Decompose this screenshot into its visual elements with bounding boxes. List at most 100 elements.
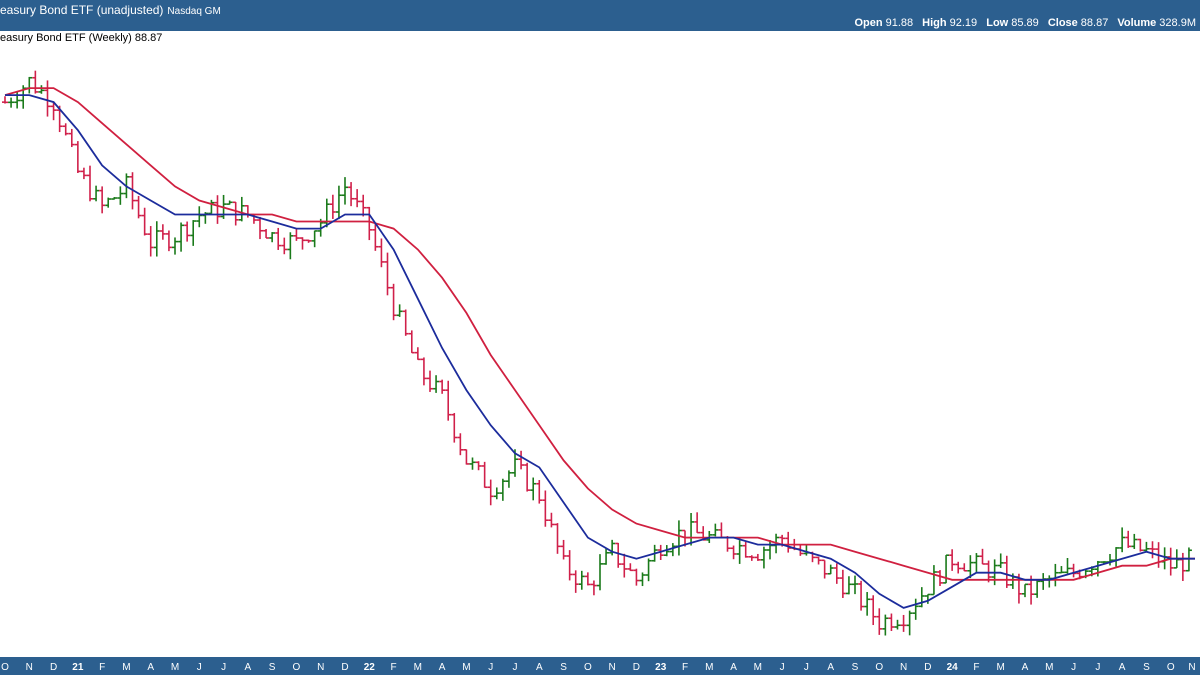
ohlc-bar-down <box>633 568 640 586</box>
ohlc-bar-down <box>870 595 877 626</box>
ohlc-bar-down <box>821 559 828 579</box>
ohlc-bar-up <box>226 200 233 205</box>
ohlc-bar-up <box>997 553 1004 568</box>
ohlc-bar-up <box>396 304 403 317</box>
ohlc-bar-down <box>427 370 433 392</box>
ohlc-bar-down <box>937 570 943 586</box>
ohlc-bar-down <box>80 167 87 180</box>
ohlc-bar-down <box>955 561 962 574</box>
x-tick-label: N <box>900 662 907 673</box>
ohlc-bar-up <box>111 197 118 200</box>
ohlc-bar-down <box>439 379 446 394</box>
ohlc-bar-up <box>190 220 197 246</box>
x-tick-label: D <box>341 662 348 673</box>
ohlc-bar-down <box>481 461 488 489</box>
x-tick-label: S <box>560 662 567 673</box>
x-tick-label: O <box>584 662 592 673</box>
ohlc-bar-down <box>615 542 622 568</box>
ohlc-bar-up <box>930 565 937 596</box>
x-tick-label: J <box>221 662 226 673</box>
x-tick-label: S <box>1143 662 1150 673</box>
ohlc-bar-up <box>845 576 852 595</box>
ohlc-bar-down <box>1149 541 1156 559</box>
ohlc-bar-up <box>688 512 695 546</box>
ohlc-bar-up <box>505 470 512 488</box>
ohlc-bar-down <box>366 206 373 241</box>
ohlc-bar-up <box>342 177 348 205</box>
ohlc-bar-down <box>74 141 81 174</box>
price-chart: O N D 21 F M A M J J A S O N D 22 F M A M J J A S O N D 23 F M A M J J A S O… <box>1 70 1196 673</box>
x-tick-label: A <box>536 662 543 673</box>
ohlc-bar-down <box>524 462 531 492</box>
ohlc-bar-up <box>1143 541 1150 553</box>
x-tick-label: A <box>827 662 834 673</box>
ohlc-bar-up <box>918 587 925 608</box>
ohlc-bar-up <box>1113 547 1120 567</box>
ohlc-bar-down <box>833 563 840 584</box>
ohlc-bar-up <box>864 592 871 616</box>
ohlc-bar-down <box>184 221 191 242</box>
ohlc-bar-down <box>900 614 907 632</box>
ma-long-line <box>4 87 1195 581</box>
ohlc-bar-down <box>1137 538 1144 552</box>
ohlc-bar-up <box>675 520 682 556</box>
ohlc-bar-down <box>979 548 986 565</box>
x-tick-label: J <box>513 662 518 673</box>
x-tick-label: F <box>99 662 105 673</box>
ohlc-bar-up <box>973 553 980 572</box>
ohlc-bar-up <box>578 570 585 590</box>
ohlc-bar-down <box>888 613 895 632</box>
ohlc-bar-down <box>445 380 452 421</box>
ohlc-bar-up <box>105 197 112 208</box>
ohlc-bar-down <box>718 522 725 539</box>
ohlc-bar-down <box>1070 563 1077 578</box>
ohlc-bar-up <box>1034 579 1041 598</box>
x-tick-label: J <box>804 662 809 673</box>
x-tick-label: A <box>439 662 446 673</box>
x-tick-label: J <box>197 662 202 673</box>
x-tick-label: M <box>122 662 130 673</box>
ohlc-bar-down <box>263 229 270 239</box>
ohlc-bar-up <box>1022 583 1028 598</box>
x-tick-label: N <box>1188 662 1195 673</box>
ohlc-bar-down <box>32 70 39 94</box>
x-tick-label: O <box>293 662 301 673</box>
ohlc-bar-up <box>8 97 15 108</box>
ohlc-bar-down <box>463 449 470 465</box>
x-tick-label: J <box>780 662 785 673</box>
ohlc-bar-down <box>348 182 355 207</box>
ohlc-bar-up <box>499 478 506 501</box>
ohlc-bar-up <box>153 221 160 257</box>
ohlc-bar-up <box>287 232 294 260</box>
ohlc-bar-down <box>2 96 8 104</box>
ohlc-bar-down <box>1167 547 1174 576</box>
x-tick-label: N <box>317 662 324 673</box>
x-tick-label: M <box>1045 662 1053 673</box>
ohlc-bar-up <box>1052 563 1059 587</box>
ohlc-bar-down <box>354 189 361 208</box>
ohlc-bar-down <box>876 608 883 635</box>
ohlc-bar-up <box>1046 575 1053 588</box>
ohlc-bar-down <box>548 512 555 528</box>
x-tick-label: N <box>609 662 616 673</box>
ohlc-bar-down <box>621 553 628 578</box>
x-tick-label: M <box>754 662 762 673</box>
ohlc-bar-up <box>645 558 652 582</box>
ohlc-bar-up <box>603 548 610 565</box>
ohlc-bar-up <box>178 222 185 252</box>
x-tick-label: 24 <box>947 662 959 673</box>
ohlc-bar-down <box>390 283 397 321</box>
ohlc-bar-down <box>305 239 312 243</box>
ohlc-bar-down <box>742 541 749 558</box>
x-tick-label: F <box>391 662 397 673</box>
x-tick-label: A <box>147 662 154 673</box>
ohlc-bar-up <box>493 487 500 500</box>
ohlc-bar-down <box>560 539 567 560</box>
ohlc-bar-up <box>14 91 21 109</box>
ohlc-bar-down <box>1003 555 1010 588</box>
ohlc-bar-up <box>38 85 45 94</box>
ohlc-bar-up <box>196 206 203 228</box>
x-tick-label: A <box>1119 662 1126 673</box>
x-tick-label: N <box>26 662 33 673</box>
x-tick-label: S <box>852 662 859 673</box>
